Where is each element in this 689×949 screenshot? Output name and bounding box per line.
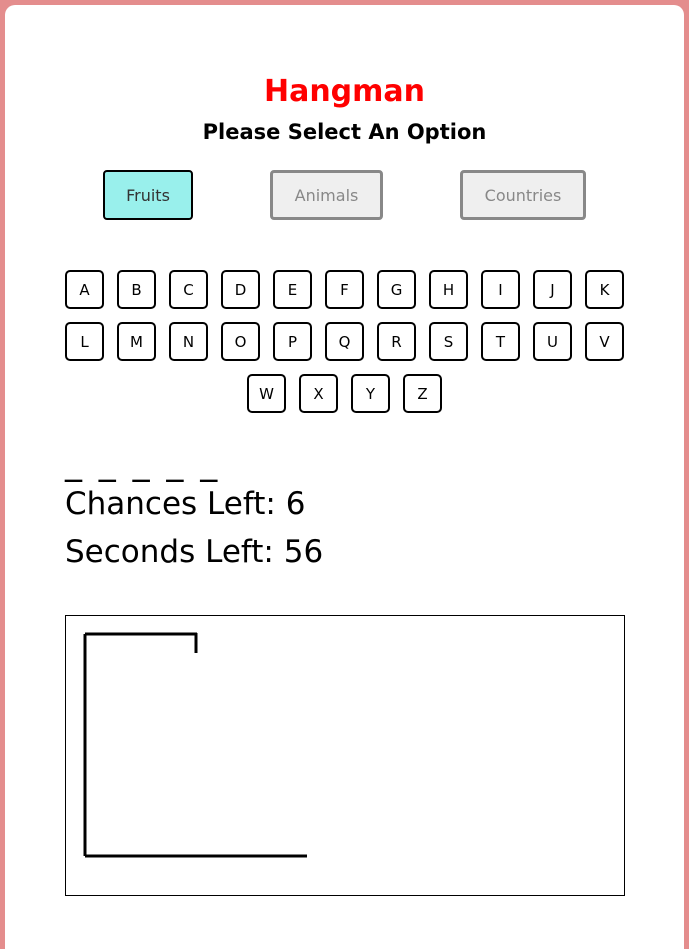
letter-key-h[interactable]: H <box>429 270 468 309</box>
letter-key-e[interactable]: E <box>273 270 312 309</box>
letter-key-x[interactable]: X <box>299 374 338 413</box>
chances-left: Chances Left: 6 <box>65 484 305 524</box>
letter-key-n[interactable]: N <box>169 322 208 361</box>
letter-key-g[interactable]: G <box>377 270 416 309</box>
page-subtitle: Please Select An Option <box>202 120 487 144</box>
letter-key-q[interactable]: Q <box>325 322 364 361</box>
letter-key-r[interactable]: R <box>377 322 416 361</box>
letter-key-a[interactable]: A <box>65 270 104 309</box>
page-title: Hangman <box>263 74 426 109</box>
seconds-left: Seconds Left: 56 <box>65 532 323 572</box>
letter-key-f[interactable]: F <box>325 270 364 309</box>
letter-key-d[interactable]: D <box>221 270 260 309</box>
letter-key-y[interactable]: Y <box>351 374 390 413</box>
game-card: Hangman Please Select An Option Fruits A… <box>5 5 684 949</box>
chances-value: 6 <box>285 486 306 522</box>
letter-key-t[interactable]: T <box>481 322 520 361</box>
chances-label: Chances Left: <box>65 486 276 522</box>
letter-key-k[interactable]: K <box>585 270 624 309</box>
letter-key-w[interactable]: W <box>247 374 286 413</box>
letter-key-o[interactable]: O <box>221 322 260 361</box>
seconds-label: Seconds Left: <box>65 534 274 570</box>
seconds-value: 56 <box>283 534 324 570</box>
option-countries-button[interactable]: Countries <box>460 170 586 220</box>
letter-key-j[interactable]: J <box>533 270 572 309</box>
gallows-drawing <box>83 632 307 858</box>
option-animals-button[interactable]: Animals <box>270 170 383 220</box>
letter-key-b[interactable]: B <box>117 270 156 309</box>
letter-key-z[interactable]: Z <box>403 374 442 413</box>
letter-key-c[interactable]: C <box>169 270 208 309</box>
hangman-canvas <box>65 615 625 896</box>
option-fruits-button[interactable]: Fruits <box>103 170 193 220</box>
letter-key-v[interactable]: V <box>585 322 624 361</box>
word-blanks: _ _ _ _ _ <box>65 443 221 483</box>
letter-key-m[interactable]: M <box>117 322 156 361</box>
letter-key-s[interactable]: S <box>429 322 468 361</box>
letter-key-i[interactable]: I <box>481 270 520 309</box>
letter-key-u[interactable]: U <box>533 322 572 361</box>
letter-key-p[interactable]: P <box>273 322 312 361</box>
letter-key-l[interactable]: L <box>65 322 104 361</box>
